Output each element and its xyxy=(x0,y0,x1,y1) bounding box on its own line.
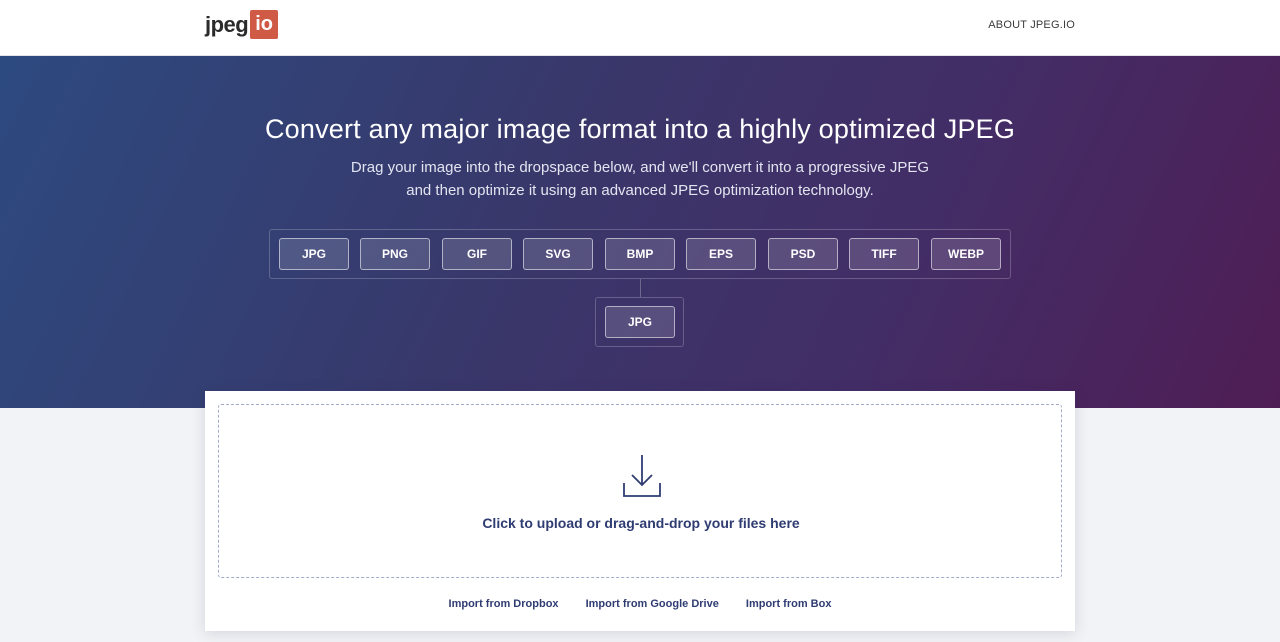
logo-text: jpeg xyxy=(205,11,249,37)
hero-subtitle-line2: and then optimize it using an advanced J… xyxy=(406,182,874,199)
import-links: Import from Dropbox Import from Google D… xyxy=(205,598,1075,610)
hero-subtitle-line1: Drag your image into the dropspace below… xyxy=(350,159,930,176)
format-button-jpg[interactable]: JPG xyxy=(279,238,349,270)
import-dropbox-link[interactable]: Import from Dropbox xyxy=(449,598,559,610)
format-button-webp[interactable]: WEBP xyxy=(931,238,1001,270)
upload-dropzone[interactable]: Click to upload or drag-and-drop your fi… xyxy=(218,404,1062,578)
format-button-tiff[interactable]: TIFF xyxy=(849,238,919,270)
upload-prompt: Click to upload or drag-and-drop your fi… xyxy=(482,515,800,531)
hero-section: Convert any major image format into a hi… xyxy=(0,56,1280,408)
import-google-drive-link[interactable]: Import from Google Drive xyxy=(586,598,719,610)
output-format-button-jpg[interactable]: JPG xyxy=(605,306,675,338)
jpegio-logo[interactable]: jpeg io xyxy=(205,10,279,39)
top-navbar: jpeg io ABOUT JPEG.IO xyxy=(0,0,1280,56)
format-button-gif[interactable]: GIF xyxy=(442,238,512,270)
format-button-psd[interactable]: PSD xyxy=(768,238,838,270)
format-connector-line xyxy=(640,279,641,297)
format-button-bmp[interactable]: BMP xyxy=(605,238,675,270)
format-button-png[interactable]: PNG xyxy=(360,238,430,270)
page-title: Convert any major image format into a hi… xyxy=(264,114,1016,144)
logo-badge: io xyxy=(250,10,279,39)
format-button-eps[interactable]: EPS xyxy=(686,238,756,270)
output-format-group: JPG xyxy=(595,297,684,347)
import-box-link[interactable]: Import from Box xyxy=(746,598,832,610)
input-formats-group: JPG PNG GIF SVG BMP EPS PSD TIFF WEBP xyxy=(269,229,1011,279)
format-button-svg[interactable]: SVG xyxy=(523,238,593,270)
upload-card: Click to upload or drag-and-drop your fi… xyxy=(205,391,1075,631)
about-link[interactable]: ABOUT JPEG.IO xyxy=(988,19,1075,31)
download-arrow-icon xyxy=(623,455,661,497)
